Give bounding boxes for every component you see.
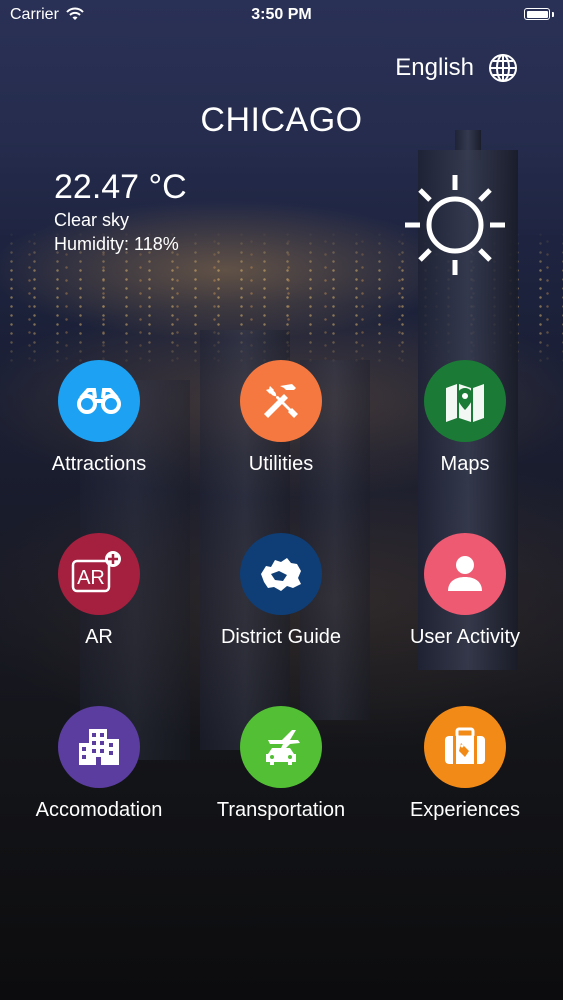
district-map-icon <box>261 558 301 591</box>
menu-item-accomodation[interactable]: Accomodation <box>4 706 194 822</box>
map-pin-icon <box>446 384 484 422</box>
menu-item-attractions[interactable]: Attractions <box>4 360 194 476</box>
menu-item-ar[interactable]: AR AR <box>4 533 194 649</box>
weather-condition: Clear sky <box>54 210 130 230</box>
menu-item-utilities[interactable]: Utilities <box>186 360 376 476</box>
menu-item-label: Accomodation <box>35 799 163 821</box>
battery-icon <box>524 8 554 20</box>
plane-car-icon <box>266 730 300 765</box>
menu-icon-circle <box>58 360 140 442</box>
language-selector[interactable]: English <box>395 53 518 83</box>
menu-icon-circle <box>240 533 322 615</box>
city-background <box>0 0 563 1000</box>
tools-icon <box>264 384 298 418</box>
menu-icon-circle <box>240 706 322 788</box>
menu-icon-circle <box>424 706 506 788</box>
menu-icon-circle <box>424 533 506 615</box>
menu-icon-circle <box>424 360 506 442</box>
weather-panel: 22.47 °C Clear sky Humidity: 118% <box>54 168 187 255</box>
binoculars-icon <box>77 388 121 414</box>
temperature: 22.47 °C <box>54 168 187 206</box>
menu-icon-circle: AR <box>58 533 140 615</box>
menu-item-transportation[interactable]: Transportation <box>186 706 376 822</box>
menu-item-label: District Guide <box>220 626 342 648</box>
clock: 3:50 PM <box>251 6 312 23</box>
menu-item-label: Experiences <box>409 799 521 821</box>
menu-item-label: Transportation <box>216 799 346 821</box>
menu-item-label: User Activity <box>409 626 521 648</box>
sun-icon <box>405 175 505 275</box>
svg-text:AR: AR <box>77 567 105 589</box>
building-icon <box>79 729 119 765</box>
city-title: CHICAGO <box>200 101 363 139</box>
menu-item-label: Attractions <box>51 453 147 475</box>
menu-icon-circle <box>240 360 322 442</box>
menu-icon-circle <box>58 706 140 788</box>
menu-item-user-activity[interactable]: User Activity <box>370 533 560 649</box>
menu-item-label: Utilities <box>248 453 314 475</box>
user-icon <box>448 556 482 591</box>
ar-icon: AR <box>71 551 121 593</box>
humidity: Humidity: 118% <box>54 234 179 254</box>
menu-item-label: AR <box>85 626 113 648</box>
status-bar: Carrier 3:50 PM <box>0 0 563 30</box>
menu-item-district-guide[interactable]: District Guide <box>186 533 376 649</box>
menu-item-maps[interactable]: Maps <box>370 360 560 476</box>
language-label: English <box>395 54 474 81</box>
menu-item-label: Maps <box>440 453 490 475</box>
suitcase-icon <box>445 727 485 764</box>
menu-item-experiences[interactable]: Experiences <box>370 706 560 822</box>
globe-icon <box>489 54 517 82</box>
